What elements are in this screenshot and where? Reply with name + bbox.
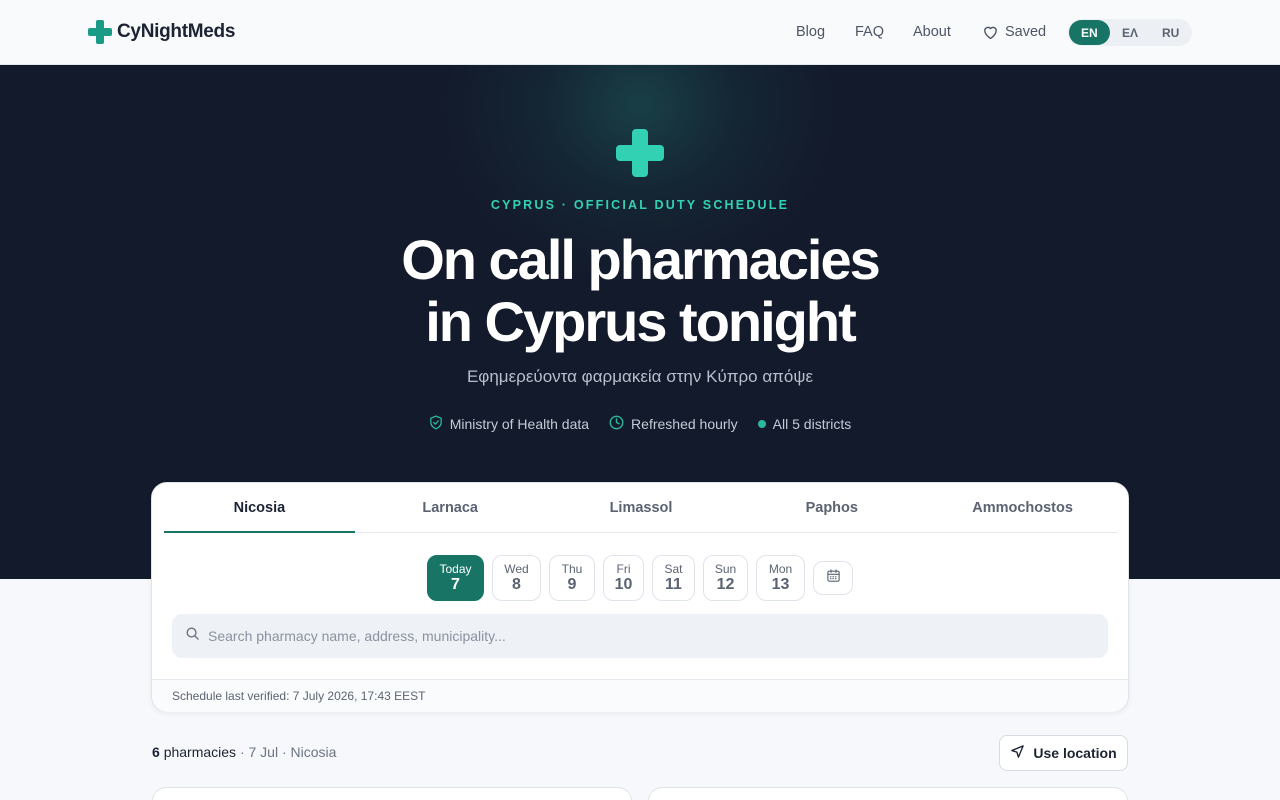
- search-card: Nicosia Larnaca Limassol Paphos Ammochos…: [151, 482, 1129, 712]
- language-en-button[interactable]: EN: [1069, 20, 1110, 45]
- hero-eyebrow: CYPRUS · OFFICIAL DUTY SCHEDULE: [490, 198, 790, 212]
- tab-limassol[interactable]: Limassol: [546, 483, 737, 532]
- date-selector: Today 7 Wed 8 Thu 9 Fri 10 Sat 11 Sun 12…: [427, 555, 853, 601]
- heart-icon: [982, 24, 999, 40]
- district-tabs: Nicosia Larnaca Limassol Paphos Ammochos…: [164, 483, 1118, 533]
- hero-title-line-1: On call pharmacies: [401, 228, 881, 291]
- date-thu-button[interactable]: Thu 9: [549, 555, 595, 601]
- badge-districts-label: All 5 districts: [772, 416, 852, 432]
- date-number: 12: [716, 576, 735, 593]
- badge-refresh-label: Refreshed hourly: [631, 416, 738, 432]
- badge-source-label: Ministry of Health data: [449, 416, 590, 432]
- pharmacy-cross-icon: [88, 20, 112, 44]
- search-input[interactable]: [208, 628, 1088, 644]
- date-number: 7: [451, 576, 460, 593]
- tab-nicosia[interactable]: Nicosia: [164, 483, 355, 533]
- nav-saved-label: Saved: [1005, 24, 1047, 40]
- tab-paphos[interactable]: Paphos: [736, 483, 927, 532]
- tab-ammochostos[interactable]: Ammochostos: [927, 483, 1118, 532]
- date-wed-button[interactable]: Wed 8: [492, 555, 541, 601]
- search-field[interactable]: [172, 614, 1108, 658]
- nav-about-link[interactable]: About: [913, 20, 951, 44]
- schedule-verified-note: Schedule last verified: 7 July 2026, 17:…: [152, 679, 1128, 712]
- date-day-label: Wed: [504, 562, 529, 576]
- results-count: 6: [152, 744, 160, 760]
- pharmacy-card[interactable]: [648, 787, 1128, 800]
- date-day-label: Thu: [561, 562, 583, 576]
- results-count-label: pharmacies: [163, 744, 237, 760]
- nav-faq-link[interactable]: FAQ: [855, 20, 884, 44]
- search-icon: [185, 626, 200, 646]
- logo-text: CyNightMeds: [117, 21, 236, 42]
- use-location-button[interactable]: Use location: [999, 735, 1128, 771]
- calendar-icon: [826, 568, 841, 588]
- results-meta: · 7 Jul · Nicosia: [236, 744, 337, 760]
- date-day-label: Mon: [768, 562, 793, 576]
- nav-blog-link[interactable]: Blog: [796, 20, 825, 44]
- language-el-button[interactable]: ΕΛ: [1110, 20, 1151, 45]
- date-mon-button[interactable]: Mon 13: [756, 555, 805, 601]
- date-day-label: Fri: [616, 562, 631, 576]
- language-switcher: EN ΕΛ RU: [1068, 19, 1192, 46]
- hero-subtitle: Εφημερεύοντα φαρμακεία στην Κύπρο απόψε: [466, 367, 814, 386]
- hero-title: On call pharmacies in Cyprus tonight: [0, 229, 1280, 353]
- date-day-label: Sun: [714, 562, 737, 576]
- date-number: 11: [665, 576, 682, 593]
- date-number: 8: [512, 576, 521, 593]
- date-number: 13: [771, 576, 790, 593]
- hero-badges: Ministry of Health data Refreshed hourly…: [0, 415, 1280, 433]
- date-number: 10: [614, 576, 633, 593]
- navigation-arrow-icon: [1010, 744, 1025, 762]
- date-sun-button[interactable]: Sun 12: [703, 555, 748, 601]
- shield-check-icon: [429, 415, 443, 433]
- use-location-label: Use location: [1033, 745, 1117, 761]
- pharmacy-card[interactable]: [152, 787, 632, 800]
- date-fri-button[interactable]: Fri 10: [603, 555, 644, 601]
- pharmacy-cross-icon: [616, 129, 664, 177]
- date-today-button[interactable]: Today 7: [427, 555, 484, 601]
- badge-refresh: Refreshed hourly: [609, 415, 738, 433]
- badge-districts: All 5 districts: [757, 415, 852, 433]
- date-day-label: Sat: [664, 562, 683, 576]
- top-navigation-bar: CyNightMeds Blog FAQ About Saved EN ΕΛ R…: [0, 0, 1280, 65]
- language-ru-button[interactable]: RU: [1150, 20, 1191, 45]
- hero-title-line-2: in Cyprus tonight: [425, 290, 857, 353]
- date-day-label: Today: [439, 562, 472, 576]
- badge-source: Ministry of Health data: [429, 415, 589, 433]
- tab-larnaca[interactable]: Larnaca: [355, 483, 546, 532]
- calendar-picker-button[interactable]: [813, 561, 853, 595]
- date-sat-button[interactable]: Sat 11: [652, 555, 695, 601]
- logo[interactable]: CyNightMeds: [88, 19, 235, 45]
- date-number: 9: [567, 576, 577, 593]
- clock-icon: [609, 415, 624, 433]
- results-summary: 6 pharmacies · 7 Jul · Nicosia: [152, 744, 336, 760]
- status-dot-icon: [757, 420, 766, 428]
- nav-saved-link[interactable]: Saved: [982, 20, 1046, 44]
